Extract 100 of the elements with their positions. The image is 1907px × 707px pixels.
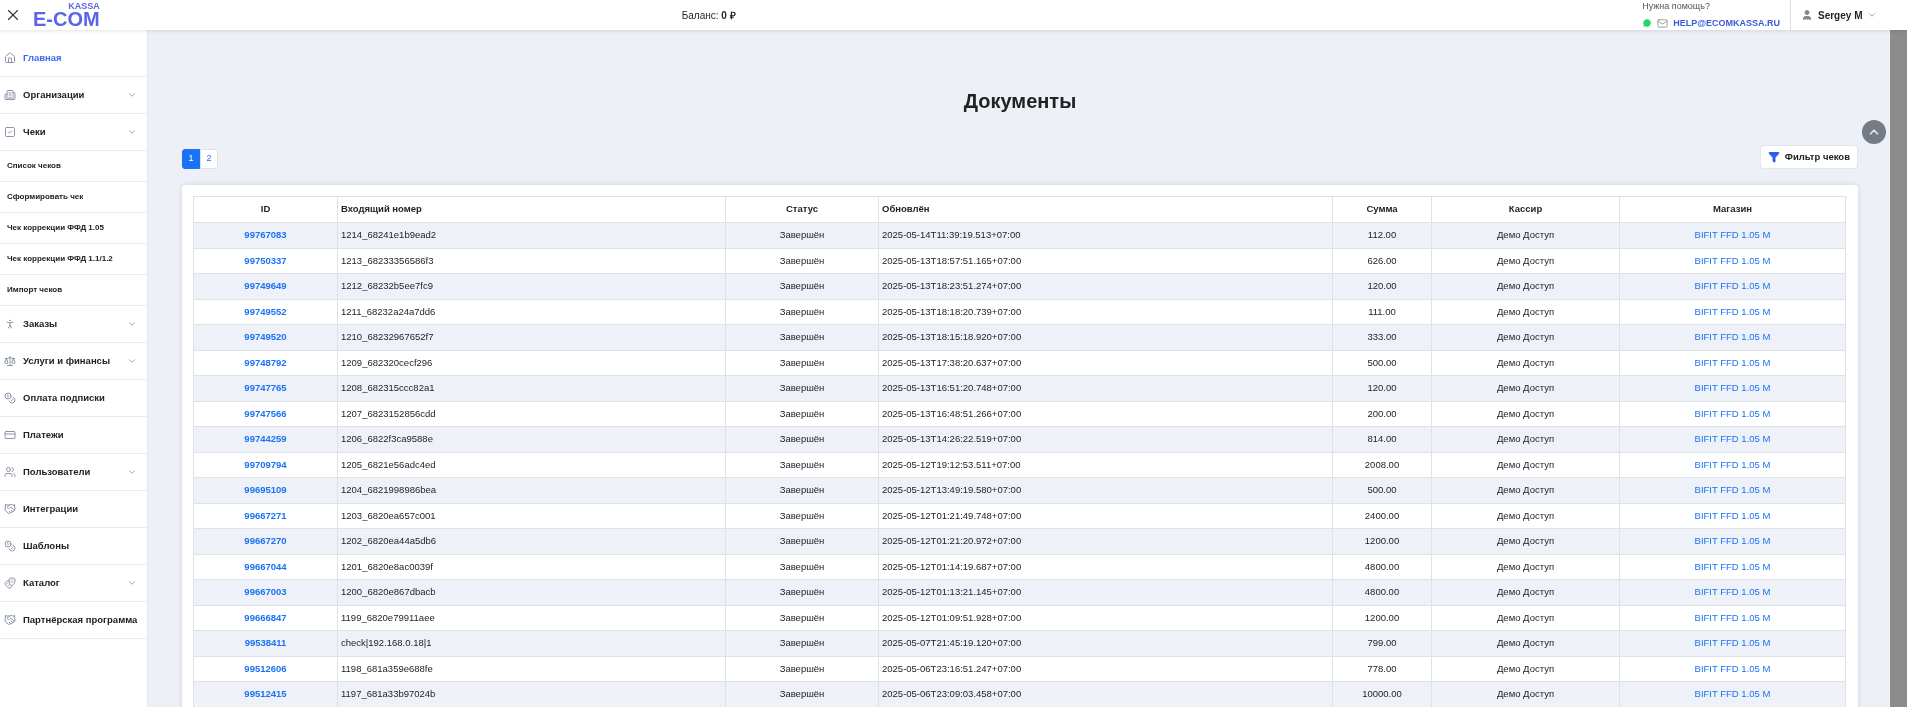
document-id-link[interactable]: 99767083 [244, 229, 287, 241]
sidebar-item[interactable]: Оплата подписки [0, 380, 147, 417]
document-id-link[interactable]: 99747566 [244, 407, 287, 419]
document-id-link[interactable]: 99744259 [244, 433, 287, 445]
table-cell: 1214_68241e1b9ead2 [341, 229, 437, 241]
table-cell: Завершён [779, 611, 825, 623]
table-cell: Завершён [779, 535, 825, 547]
store-link[interactable]: BIFIT FFD 1.05 M [1694, 560, 1771, 572]
sidebar-item[interactable]: Шаблоны [0, 528, 147, 565]
store-link[interactable]: BIFIT FFD 1.05 M [1694, 535, 1771, 547]
filter-button[interactable]: Фильтр чеков [1759, 145, 1858, 169]
document-id-link[interactable]: 99667003 [244, 586, 287, 598]
chevron-down-icon[interactable] [1867, 10, 1878, 20]
table-cell: 2025-05-12T19:12:53.511+07:00 [882, 458, 1021, 470]
table-cell: 799.00 [1367, 637, 1397, 649]
document-id-link[interactable]: 99749649 [244, 280, 287, 292]
table-cell: Завершён [779, 509, 825, 521]
sidebar-subitem[interactable]: Чек коррекции ФФД 1.05 [0, 213, 147, 244]
store-link[interactable]: BIFIT FFD 1.05 M [1694, 637, 1771, 649]
chevron-down-icon[interactable] [127, 467, 137, 477]
store-link[interactable]: BIFIT FFD 1.05 M [1694, 688, 1771, 700]
page-button[interactable]: 2 [200, 149, 218, 169]
sidebar-subitem[interactable]: Список чеков [0, 151, 147, 182]
document-id-link[interactable]: 99512606 [244, 662, 287, 674]
store-link[interactable]: BIFIT FFD 1.05 M [1694, 280, 1771, 292]
table-cell: 4800.00 [1364, 586, 1400, 598]
table-cell: 2025-05-06T23:16:51.247+07:00 [882, 662, 1022, 674]
sidebar-subitem[interactable]: Чек коррекции ФФД 1.1/1.2 [0, 244, 147, 275]
sidebar-item[interactable]: Интеграции [0, 491, 147, 528]
table-cell: 500.00 [1367, 484, 1397, 496]
store-link[interactable]: BIFIT FFD 1.05 M [1694, 458, 1771, 470]
store-link[interactable]: BIFIT FFD 1.05 M [1694, 407, 1771, 419]
user-menu[interactable]: Sergey M [1818, 7, 1863, 23]
table-cell: 1209_682320cecf296 [341, 356, 433, 368]
table-cell: 2400.00 [1364, 509, 1400, 521]
table-cell: Демо Доступ [1496, 560, 1555, 572]
sidebar-item[interactable]: Заказы [0, 306, 147, 343]
handshake-icon [4, 614, 16, 626]
sidebar-subitem[interactable]: Импорт чеков [0, 275, 147, 306]
document-id-link[interactable]: 99709794 [244, 458, 287, 470]
coins-icon [4, 392, 16, 404]
document-id-link[interactable]: 99748792 [244, 356, 287, 368]
document-id-link[interactable]: 99666847 [244, 611, 287, 623]
table-cell: 10000.00 [1362, 688, 1402, 700]
document-id-link[interactable]: 99512415 [244, 688, 287, 700]
page-button[interactable]: 1 [182, 149, 200, 169]
document-id-link[interactable]: 99667271 [244, 509, 287, 521]
document-id-link[interactable]: 99747765 [244, 382, 287, 394]
table-cell: 120.00 [1367, 382, 1397, 394]
chevron-down-icon[interactable] [127, 319, 137, 329]
table-cell: check|192.168.0.18|1 [341, 637, 432, 649]
help-email-link[interactable]: HELP@ECOMKASSA.RU [1673, 16, 1780, 30]
scroll-top-button[interactable] [1862, 120, 1886, 144]
chevron-down-icon[interactable] [127, 127, 137, 137]
table-cell: Демо Доступ [1496, 611, 1555, 623]
scales-icon [4, 355, 16, 367]
store-link[interactable]: BIFIT FFD 1.05 M [1694, 382, 1771, 394]
store-link[interactable]: BIFIT FFD 1.05 M [1694, 229, 1771, 241]
sidebar-item[interactable]: Чеки [0, 114, 147, 151]
table-cell: 1200.00 [1364, 535, 1400, 547]
credit-card-icon [4, 429, 16, 441]
document-id-link[interactable]: 99749552 [244, 305, 287, 317]
table-cell: Завершён [779, 331, 825, 343]
sidebar-item[interactable]: Пользователи [0, 454, 147, 491]
store-link[interactable]: BIFIT FFD 1.05 M [1694, 586, 1771, 598]
sidebar-subitem[interactable]: Сформировать чек [0, 182, 147, 213]
document-id-link[interactable]: 99667270 [244, 535, 287, 547]
table-cell: Завершён [779, 688, 825, 700]
table-cell: 1198_681a359e688fe [341, 662, 433, 674]
sidebar-item[interactable]: Партнёрская программа [0, 602, 147, 639]
store-link[interactable]: BIFIT FFD 1.05 M [1694, 662, 1771, 674]
store-link[interactable]: BIFIT FFD 1.05 M [1694, 254, 1771, 266]
chevron-down-icon[interactable] [127, 578, 137, 588]
store-link[interactable]: BIFIT FFD 1.05 M [1694, 509, 1771, 521]
store-link[interactable]: BIFIT FFD 1.05 M [1694, 356, 1771, 368]
table-cell: 1200_6820e867dbacb [341, 586, 436, 598]
store-link[interactable]: BIFIT FFD 1.05 M [1694, 305, 1771, 317]
sidebar-item[interactable]: Платежи [0, 417, 147, 454]
scrollbar[interactable] [1890, 30, 1907, 707]
mail-icon[interactable] [1657, 17, 1669, 29]
chevron-down-icon[interactable] [127, 356, 137, 366]
document-id-link[interactable]: 99667044 [244, 560, 287, 572]
document-id-link[interactable]: 99695109 [244, 484, 287, 496]
chevron-down-icon[interactable] [127, 90, 137, 100]
document-id-link[interactable]: 99538411 [244, 637, 287, 649]
sidebar-item[interactable]: Каталог [0, 565, 147, 602]
document-id-link[interactable]: 99750337 [244, 254, 287, 266]
chat-icon[interactable] [1642, 18, 1653, 29]
balance-text: Баланс: 0 ₽ [681, 8, 736, 23]
store-link[interactable]: BIFIT FFD 1.05 M [1694, 433, 1771, 445]
sidebar-item[interactable]: Организации [0, 77, 147, 114]
store-link[interactable]: BIFIT FFD 1.05 M [1694, 611, 1771, 623]
house-icon [4, 52, 16, 64]
store-link[interactable]: BIFIT FFD 1.05 M [1694, 331, 1771, 343]
table-cell: Демо Доступ [1496, 254, 1555, 266]
table-cell: 1202_6820ea44a5db6 [341, 535, 437, 547]
sidebar-item[interactable]: Главная [0, 40, 147, 77]
sidebar-item[interactable]: Услуги и финансы [0, 343, 147, 380]
document-id-link[interactable]: 99749520 [244, 331, 287, 343]
store-link[interactable]: BIFIT FFD 1.05 M [1694, 484, 1771, 496]
